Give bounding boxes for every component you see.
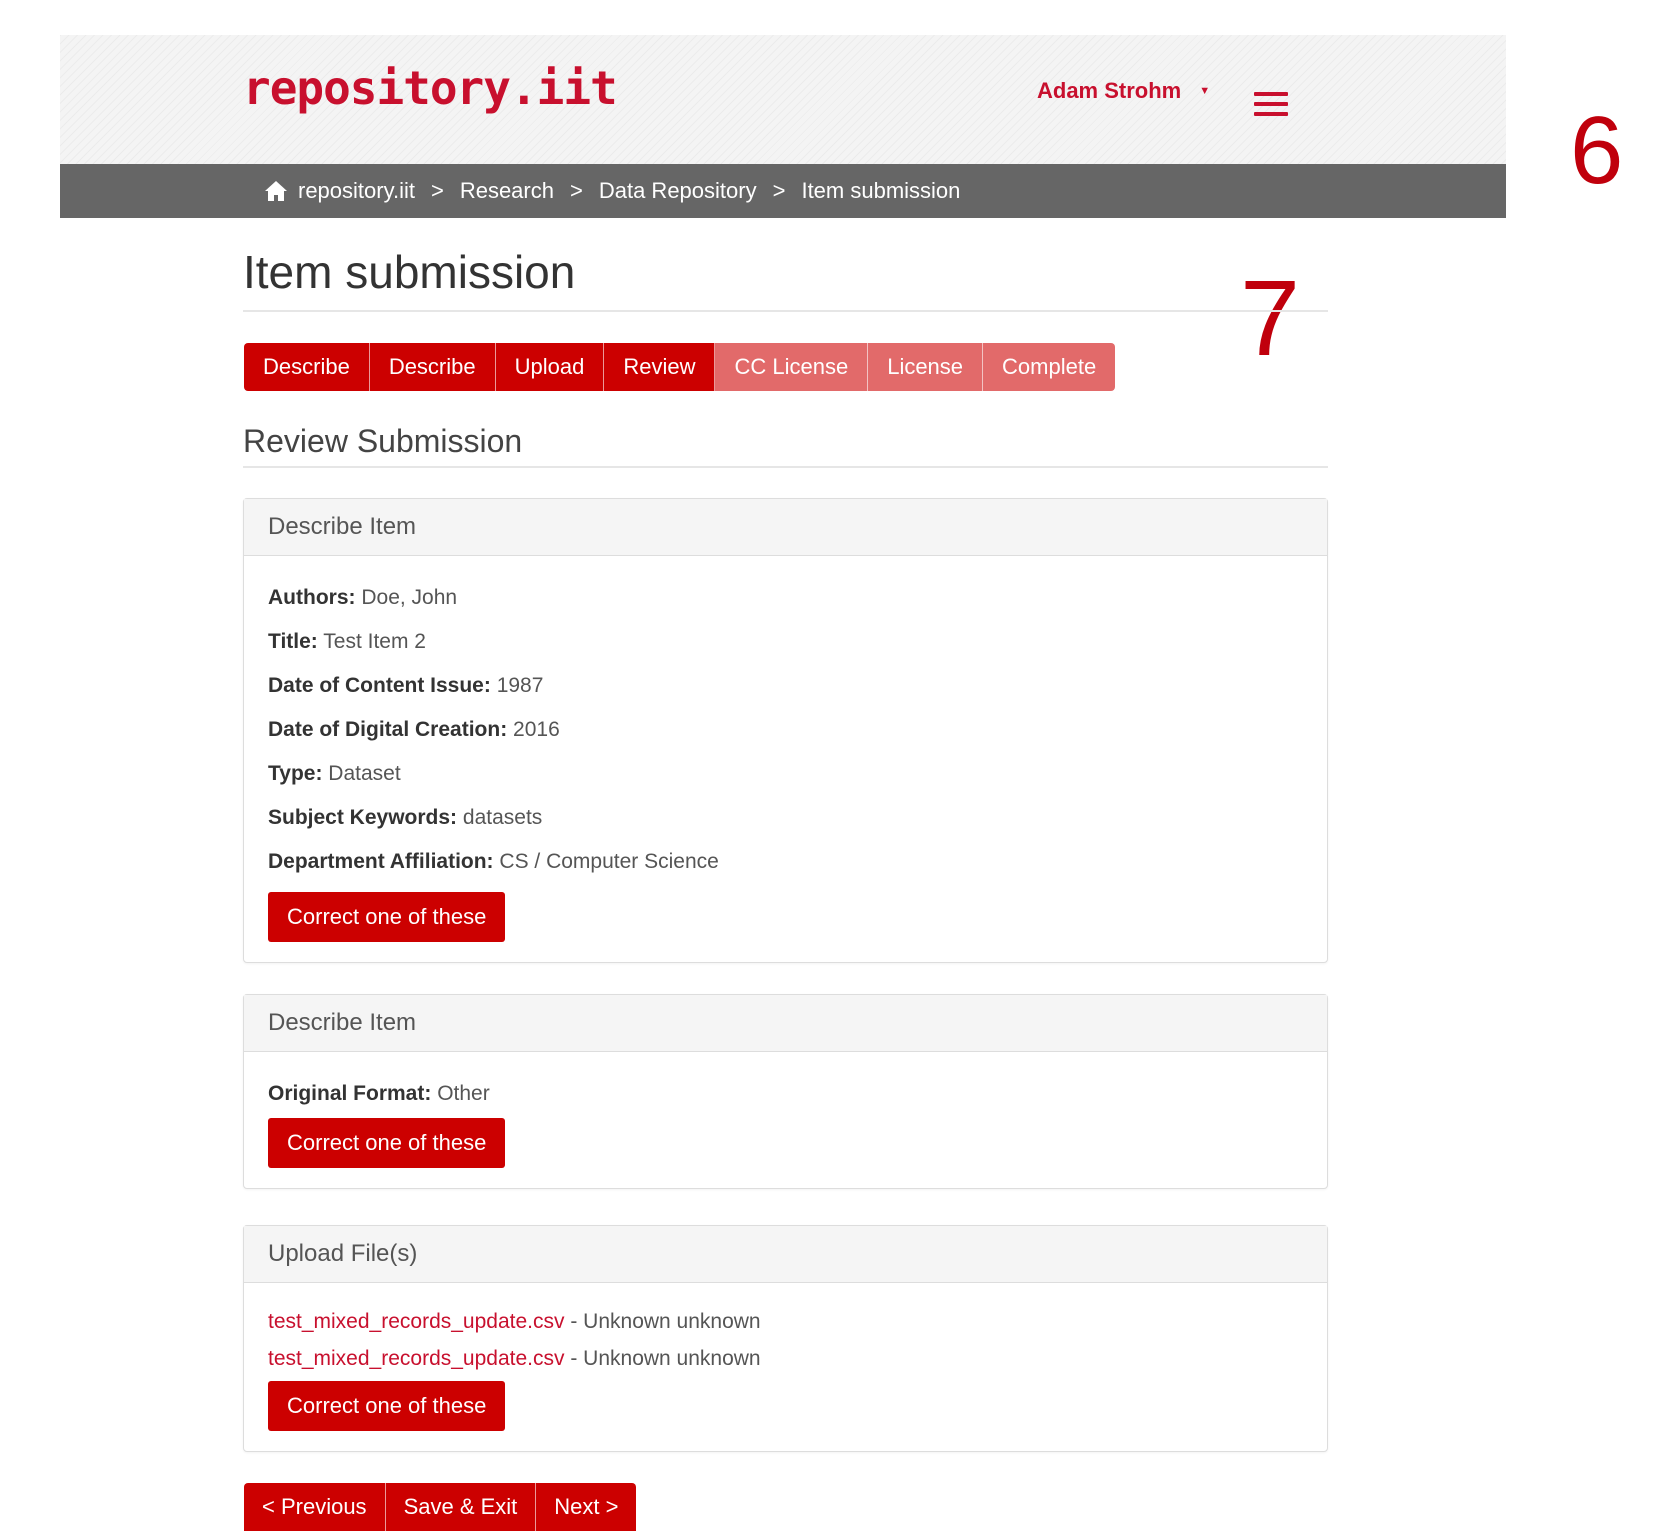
field-label: Subject Keywords:	[268, 806, 458, 829]
correct-button[interactable]: Correct one of these	[268, 1381, 506, 1431]
user-menu[interactable]: Adam Strohm ▼	[1037, 78, 1210, 104]
field-title: Title: Test Item 2	[268, 620, 1303, 664]
field-label: Date of Digital Creation:	[268, 718, 508, 741]
breadcrumb-separator: >	[772, 178, 786, 203]
tab-cc-license: CC License	[715, 343, 869, 391]
file-row: test_mixed_records_update.csv - Unknown …	[268, 1340, 1303, 1377]
caret-down-icon[interactable]: ▼	[1199, 85, 1210, 97]
annotation-number-7: 7	[1240, 257, 1301, 378]
field-value: 1987	[496, 674, 544, 697]
breadcrumb-item-current: Item submission	[801, 178, 961, 203]
field-value: Doe, John	[361, 586, 458, 609]
tab-describe-1[interactable]: Describe	[244, 343, 370, 391]
upload-files-panel: Upload File(s) test_mixed_records_update…	[243, 1225, 1328, 1452]
field-label: Original Format:	[268, 1082, 432, 1105]
site-logo[interactable]: repository.iit	[243, 61, 618, 115]
user-name[interactable]: Adam Strohm	[1037, 78, 1181, 104]
next-button[interactable]: Next >	[536, 1483, 637, 1531]
panel-heading: Describe Item	[244, 995, 1327, 1052]
field-authors: Authors: Doe, John	[268, 576, 1303, 620]
section-divider	[243, 466, 1328, 468]
progress-tabs: Describe Describe Upload Review CC Licen…	[244, 343, 1116, 391]
section-title: Review Submission	[243, 423, 523, 459]
field-label: Type:	[268, 762, 323, 785]
submission-nav: < Previous Save & Exit Next >	[244, 1483, 637, 1531]
breadcrumb-separator: >	[569, 178, 583, 203]
tab-license: License	[868, 343, 984, 391]
file-link[interactable]: test_mixed_records_update.csv	[268, 1310, 565, 1333]
describe-item-panel-2: Describe Item Original Format: Other Cor…	[243, 994, 1328, 1189]
breadcrumb-item-home[interactable]: repository.iit	[298, 178, 415, 204]
file-link[interactable]: test_mixed_records_update.csv	[268, 1347, 565, 1370]
correct-button[interactable]: Correct one of these	[268, 892, 506, 942]
field-subject-keywords: Subject Keywords: datasets	[268, 796, 1303, 840]
field-label: Department Affiliation:	[268, 850, 494, 873]
field-value: Other	[437, 1082, 490, 1105]
tab-upload[interactable]: Upload	[495, 343, 605, 391]
file-detail: - Unknown unknown	[570, 1310, 761, 1333]
breadcrumb: repository.iit > Research > Data Reposit…	[60, 164, 1506, 218]
field-label: Title:	[268, 630, 318, 653]
field-department-affiliation: Department Affiliation: CS / Computer Sc…	[268, 840, 1303, 884]
previous-button[interactable]: < Previous	[244, 1483, 386, 1531]
breadcrumb-item-research[interactable]: Research	[460, 178, 554, 204]
home-icon[interactable]	[264, 180, 288, 202]
site-header: repository.iit Adam Strohm ▼	[60, 35, 1506, 164]
save-exit-button[interactable]: Save & Exit	[385, 1483, 537, 1531]
page-title: Item submission	[243, 246, 576, 298]
field-type: Type: Dataset	[268, 752, 1303, 796]
panel-heading: Upload File(s)	[244, 1226, 1327, 1283]
tab-review[interactable]: Review	[604, 343, 716, 391]
field-value: datasets	[462, 806, 543, 829]
tab-describe-2[interactable]: Describe	[369, 343, 496, 391]
field-value: CS / Computer Science	[499, 850, 719, 873]
field-date-content-issue: Date of Content Issue: 1987	[268, 664, 1303, 708]
hamburger-icon[interactable]	[1254, 92, 1288, 116]
annotation-number-6: 6	[1570, 97, 1624, 204]
breadcrumb-item-data-repository[interactable]: Data Repository	[599, 178, 757, 204]
file-detail: - Unknown unknown	[570, 1347, 761, 1370]
tab-complete: Complete	[983, 343, 1116, 391]
field-date-digital-creation: Date of Digital Creation: 2016	[268, 708, 1303, 752]
title-divider	[243, 310, 1328, 312]
breadcrumb-separator: >	[430, 178, 444, 203]
field-original-format: Original Format: Other	[268, 1072, 1303, 1116]
field-label: Date of Content Issue:	[268, 674, 491, 697]
field-value: Dataset	[328, 762, 401, 785]
file-row: test_mixed_records_update.csv - Unknown …	[268, 1303, 1303, 1340]
field-value: 2016	[513, 718, 560, 741]
describe-item-panel-1: Describe Item Authors: Doe, John Title: …	[243, 498, 1328, 963]
field-value: Test Item 2	[323, 630, 426, 653]
panel-heading: Describe Item	[244, 499, 1327, 556]
correct-button[interactable]: Correct one of these	[268, 1118, 506, 1168]
field-label: Authors:	[268, 586, 356, 609]
